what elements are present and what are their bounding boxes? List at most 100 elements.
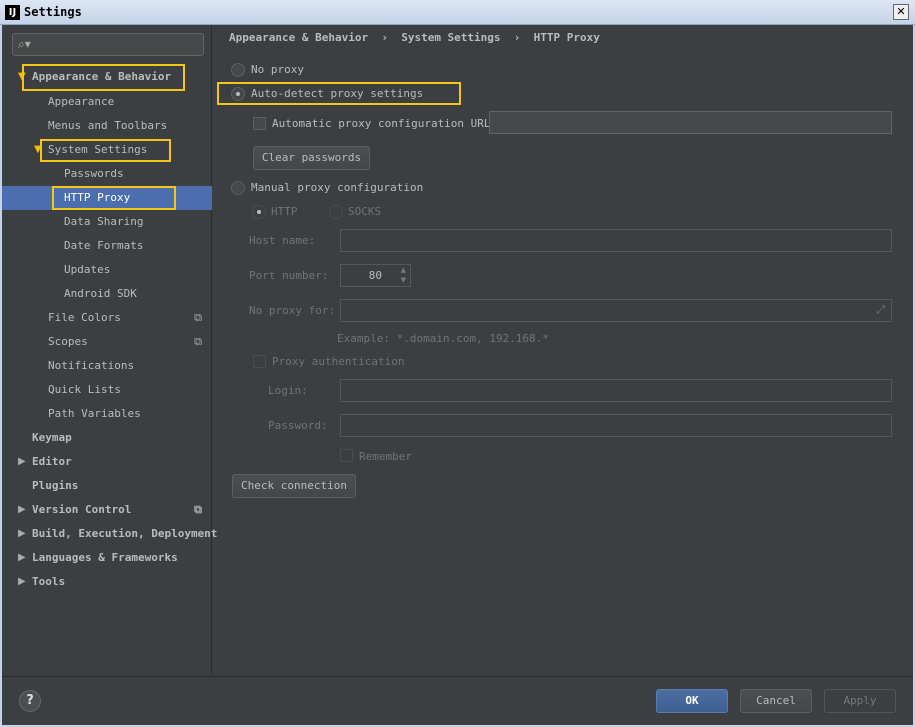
tree-updates[interactable]: Updates [2,258,212,282]
apply-button[interactable]: Apply [824,689,896,713]
search-icon: ⌕▾ [18,37,31,51]
annotation-highlight [40,139,171,162]
proxy-auth-label: Proxy authentication [272,355,405,368]
login-label: Login: [268,384,308,397]
tree-build-execution-deployment[interactable]: ▶ Build, Execution, Deployment [2,522,217,546]
tree-version-control[interactable]: ▶ Version Control ⧉ [2,498,212,522]
breadcrumb-http-proxy: HTTP Proxy [533,31,600,44]
remember-checkbox[interactable] [340,449,353,462]
tree-item-label: Appearance [48,95,115,108]
tree-plugins[interactable]: Plugins [2,474,212,498]
settings-sidebar: ⌕▾ ▼ Appearance & Behavior Appearance Me… [2,25,217,675]
help-icon[interactable]: ? [19,690,41,712]
login-input[interactable] [340,379,892,402]
no-proxy-for-input[interactable]: ⤢ [340,299,892,322]
project-copy-icon: ⧉ [194,335,202,348]
window-titlebar: IJ Settings ✕ [0,0,915,25]
tree-item-label: Keymap [32,431,72,444]
password-input[interactable] [340,414,892,437]
auto-config-url-label: Automatic proxy configuration URL: [272,117,498,130]
breadcrumb-separator: › [381,31,388,44]
tree-scopes[interactable]: Scopes ⧉ [2,330,212,354]
breadcrumb-system-settings[interactable]: System Settings [401,31,500,44]
tree-quick-lists[interactable]: Quick Lists [2,378,212,402]
tree-data-sharing[interactable]: Data Sharing [2,210,212,234]
port-value: 80 [368,269,382,282]
tree-path-variables[interactable]: Path Variables [2,402,212,426]
tree-item-label: Path Variables [48,407,141,420]
socks-radio[interactable] [329,205,343,219]
http-label: HTTP [271,205,298,218]
project-copy-icon: ⧉ [194,311,202,324]
tree-item-label: Notifications [48,359,135,372]
breadcrumb-separator: › [513,31,521,44]
tree-item-label: Data Sharing [64,215,144,228]
breadcrumb: Appearance & Behavior › System Settings … [229,31,600,44]
ok-button[interactable]: OK [656,689,728,713]
spinner-arrows-icon[interactable]: ▲ ▼ [401,265,406,285]
password-label: Password: [268,419,328,432]
tree-item-label: Build, Execution, Deployment [32,527,218,540]
tree-languages-frameworks[interactable]: ▶ Languages & Frameworks [2,546,212,570]
auto-config-url-checkbox[interactable] [253,117,266,130]
tree-item-label: Menus and Toolbars [48,119,168,132]
tree-item-label: Plugins [32,479,79,492]
tree-tools[interactable]: ▶ Tools [2,570,212,594]
tree-item-label: File Colors [48,311,121,324]
socks-label: SOCKS [348,205,382,218]
tree-item-label: Quick Lists [48,383,121,396]
annotation-highlight [217,82,461,105]
host-name-input[interactable] [340,229,892,252]
tree-item-label: Updates [64,263,111,276]
http-radio[interactable] [252,205,266,219]
window-title: Settings [24,5,82,19]
collapsed-arrow-icon: ▶ [18,504,26,515]
collapsed-arrow-icon: ▶ [18,576,26,587]
project-copy-icon: ⧉ [194,503,202,516]
tree-date-formats[interactable]: Date Formats [2,234,212,258]
annotation-highlight [52,186,176,210]
no-proxy-example: Example: *.domain.com, 192.168.* [337,332,549,345]
annotation-highlight [22,64,185,91]
remember-label: Remember [359,450,412,463]
tree-item-label: Android SDK [64,287,137,300]
settings-search-input[interactable]: ⌕▾ [12,33,204,56]
clear-passwords-button[interactable]: Clear passwords [253,146,370,170]
tree-file-colors[interactable]: File Colors ⧉ [2,306,212,330]
collapsed-arrow-icon: ▶ [18,552,26,563]
tree-item-label: Languages & Frameworks [32,551,178,564]
close-window-button[interactable]: ✕ [893,4,909,20]
proxy-auth-checkbox[interactable] [253,355,266,368]
breadcrumb-appearance-behavior[interactable]: Appearance & Behavior [229,31,368,44]
tree-appearance[interactable]: Appearance [2,90,212,114]
tree-android-sdk[interactable]: Android SDK [2,282,212,306]
dialog-footer: ? OK Cancel Apply [2,676,913,725]
tree-editor[interactable]: ▶ Editor [2,450,212,474]
tree-notifications[interactable]: Notifications [2,354,212,378]
tree-item-label: Scopes [48,335,88,348]
auto-config-url-input[interactable] [489,111,892,134]
no-proxy-for-label: No proxy for: [249,304,336,317]
tree-item-label: Passwords [64,167,124,180]
no-proxy-radio[interactable] [231,63,245,77]
tree-passwords[interactable]: Passwords [2,162,212,186]
tree-keymap[interactable]: Keymap [2,426,212,450]
tree-menus-toolbars[interactable]: Menus and Toolbars [2,114,212,138]
check-connection-button[interactable]: Check connection [232,474,356,498]
no-proxy-label: No proxy [251,63,304,76]
cancel-button[interactable]: Cancel [740,689,812,713]
collapsed-arrow-icon: ▶ [18,456,26,467]
port-number-stepper[interactable]: 80 ▲ ▼ [340,264,411,287]
tree-item-label: Tools [32,575,66,588]
http-proxy-panel: Appearance & Behavior › System Settings … [212,25,913,675]
expand-icon[interactable]: ⤢ [876,303,885,317]
tree-item-label: Date Formats [64,239,144,252]
intellij-app-icon: IJ [5,5,20,20]
tree-item-label: Editor [32,455,72,468]
port-number-label: Port number: [249,269,329,282]
tree-item-label: Version Control [32,503,132,516]
manual-proxy-label: Manual proxy configuration [251,181,424,194]
host-name-label: Host name: [249,234,316,247]
manual-proxy-radio[interactable] [231,181,245,195]
collapsed-arrow-icon: ▶ [18,528,26,539]
